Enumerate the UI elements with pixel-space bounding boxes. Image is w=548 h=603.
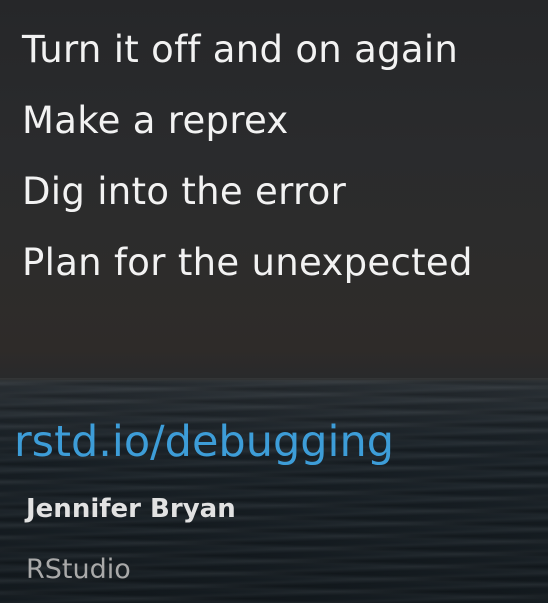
tip-item: Turn it off and on again <box>22 28 459 71</box>
slide: Turn it off and on again Make a reprex D… <box>0 0 548 603</box>
horizon-line <box>0 378 548 384</box>
tip-item: Dig into the error <box>22 170 347 213</box>
slides-link[interactable]: rstd.io/debugging <box>14 416 394 468</box>
tip-item: Plan for the unexpected <box>22 241 473 284</box>
tip-item: Make a reprex <box>22 99 289 142</box>
organization-name: RStudio <box>26 554 131 585</box>
author-name: Jennifer Bryan <box>26 494 236 524</box>
tips-list: Turn it off and on again Make a reprex D… <box>22 14 473 298</box>
